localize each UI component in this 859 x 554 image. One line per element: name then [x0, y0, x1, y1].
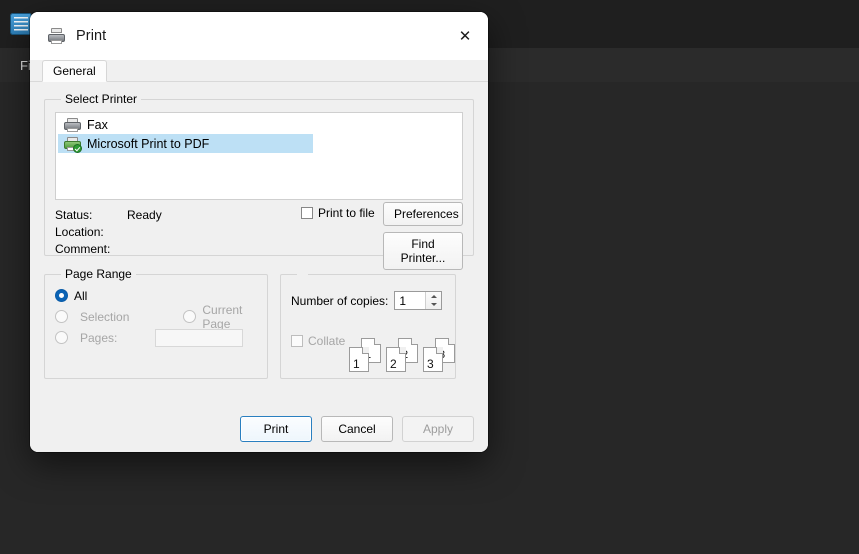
radio-current-page: Current Page	[183, 303, 257, 331]
list-item-printer-fax[interactable]: Fax	[58, 115, 462, 134]
select-printer-group: Select Printer Fax Microsoft Print to PD…	[44, 92, 474, 270]
radio-pages-label: Pages:	[80, 330, 118, 345]
number-of-copies-label: Number of copies:	[291, 293, 389, 308]
pages-input	[155, 328, 244, 347]
page-number: 2	[390, 357, 397, 371]
collate-label: Collate	[308, 334, 346, 348]
print-button[interactable]: Print	[240, 416, 312, 442]
list-item-printer-microsoft-print-to-pdf[interactable]: Microsoft Print to PDF	[58, 134, 313, 153]
status-label: Status:	[55, 207, 93, 222]
collate-pair: 3 3	[423, 338, 455, 372]
default-check-badge-icon	[73, 143, 82, 153]
radio-button	[55, 331, 68, 344]
printer-details: Status: Ready Location: Comment: Print t…	[55, 202, 463, 270]
comment-label: Comment:	[55, 241, 111, 256]
printer-icon-paper	[51, 40, 62, 44]
printer-icon	[48, 28, 66, 44]
notepad-icon	[10, 13, 32, 35]
preferences-button[interactable]: Preferences	[383, 202, 463, 226]
printer-icon	[64, 117, 81, 132]
dialog-footer: Print Cancel Apply	[30, 406, 488, 452]
page-number: 3	[427, 357, 434, 371]
page-range-row-pages: Pages:	[55, 327, 257, 348]
radio-button	[183, 310, 197, 323]
dialog-title: Print	[76, 28, 107, 44]
page-range-row-selection: Selection Current Page	[55, 303, 257, 331]
number-of-copies-input[interactable]: 1	[395, 292, 425, 309]
close-icon[interactable]: ✕	[442, 12, 488, 60]
copies-group: Number of copies: 1 Collate 1 2 3	[280, 267, 456, 379]
dialog-titlebar: Print ✕	[30, 12, 488, 60]
collate-pair: 2 2	[386, 338, 418, 372]
lower-groups: Page Range All Selection Current Page Pa…	[44, 267, 474, 379]
apply-button: Apply	[402, 416, 474, 442]
tabstrip: General	[30, 60, 488, 82]
number-of-copies-row: Number of copies: 1	[291, 291, 445, 310]
page-sheet-front: 2	[386, 347, 406, 372]
chevron-up-icon[interactable]	[426, 292, 441, 301]
copies-legend	[297, 267, 308, 281]
printer-default-icon	[64, 136, 82, 153]
find-printer-button[interactable]: Find Printer...	[383, 232, 463, 270]
stepper-arrows[interactable]	[425, 292, 442, 310]
radio-all-label: All	[74, 288, 88, 303]
page-sheet-front: 1	[349, 347, 369, 372]
radio-button[interactable]	[55, 289, 68, 302]
tab-general[interactable]: General	[42, 60, 107, 82]
print-to-file-checkbox[interactable]: Print to file	[301, 206, 375, 220]
page-range-group: Page Range All Selection Current Page Pa…	[44, 267, 268, 379]
printer-name: Microsoft Print to PDF	[87, 136, 210, 151]
checkbox-box[interactable]	[301, 207, 313, 219]
page-sheet-front: 3	[423, 347, 443, 372]
printer-icon-top	[51, 28, 62, 33]
cancel-button[interactable]: Cancel	[321, 416, 393, 442]
radio-selection-label: Selection	[80, 309, 130, 324]
print-dialog: Print ✕ General Select Printer Fax Micro…	[30, 12, 488, 452]
page-range-legend: Page Range	[65, 267, 132, 281]
radio-current-page-label: Current Page	[202, 302, 243, 331]
status-value: Ready	[127, 207, 162, 222]
select-printer-legend: Select Printer	[65, 92, 138, 106]
quantity-stepper[interactable]: 1	[394, 291, 443, 310]
printer-name: Fax	[87, 117, 108, 132]
chevron-down-icon[interactable]	[426, 301, 441, 310]
radio-button	[55, 310, 68, 323]
page-number: 1	[353, 357, 360, 371]
printer-list[interactable]: Fax Microsoft Print to PDF	[55, 112, 463, 200]
collate-pair: 1 1	[349, 338, 381, 372]
print-to-file-label: Print to file	[318, 206, 375, 220]
dialog-body: Select Printer Fax Microsoft Print to PD…	[30, 82, 488, 429]
collate-preview-icon: 1 1 2 2 3 3	[349, 338, 455, 372]
checkbox-box	[291, 335, 303, 347]
location-label: Location:	[55, 224, 104, 239]
